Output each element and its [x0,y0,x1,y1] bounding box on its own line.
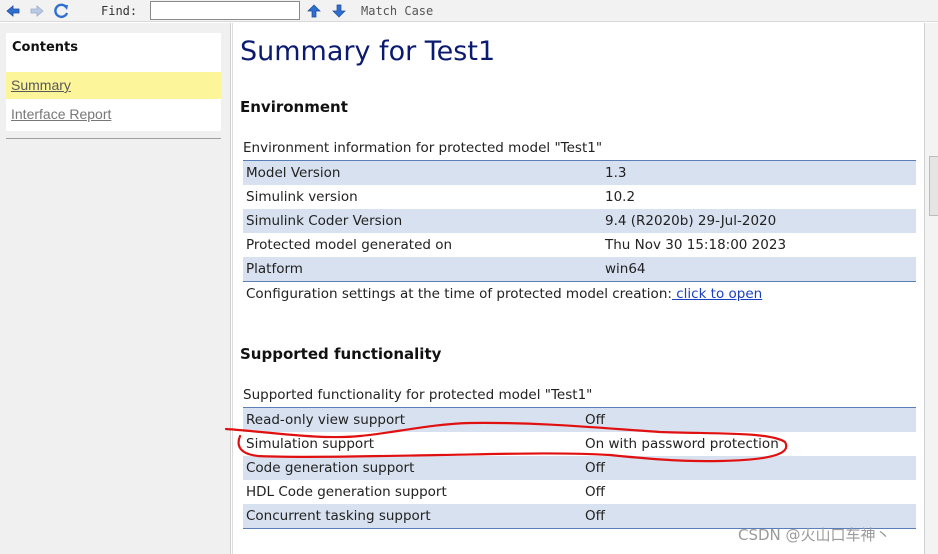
contents-box: Contents Summary Interface Report [6,33,221,131]
row-key: Code generation support [246,460,415,476]
config-row: Configuration settings at the time of pr… [243,282,916,306]
row-value: Off [585,484,605,500]
row-key: Model Version [246,165,341,181]
environment-caption: Environment information for protected mo… [243,140,603,156]
arrow-left-icon[interactable] [4,2,22,20]
row-value: Thu Nov 30 15:18:00 2023 [605,237,787,253]
row-key: Simulink Coder Version [246,213,403,229]
table-row: Model Version 1.3 [243,161,916,185]
row-value: Off [585,508,605,524]
row-key: Read-only view support [246,412,406,428]
environment-heading: Environment [240,98,348,116]
nav-item-interface-report[interactable]: Interface Report [6,101,221,128]
match-case-toggle[interactable]: Match Case [361,4,433,18]
row-key: Simulation support [246,436,375,452]
find-label: Find: [101,4,138,18]
functionality-heading: Supported functionality [240,345,442,363]
click-to-open-link[interactable]: click to open [672,286,762,302]
arrow-right-icon[interactable] [28,2,46,20]
row-key: Concurrent tasking support [246,508,431,524]
config-label: Configuration settings at the time of pr… [246,286,672,302]
nav-item-summary[interactable]: Summary [6,72,221,99]
row-key: Platform [246,261,303,277]
row-value: Off [585,460,605,476]
watermark: CSDN @火山口车神丶 [738,526,891,544]
table-row: Protected model generated on Thu Nov 30 … [243,233,916,257]
row-key: Protected model generated on [246,237,453,253]
find-input[interactable] [150,1,300,20]
row-value: 10.2 [605,189,636,205]
functionality-caption: Supported functionality for protected mo… [243,387,593,403]
page-title: Summary for Test1 [240,36,496,67]
table-row: Simulation support On with password prot… [243,432,916,456]
row-value: 9.4 (R2020b) 29-Jul-2020 [605,213,777,229]
config-text: Configuration settings at the time of pr… [246,282,762,306]
row-value: 1.3 [605,165,627,181]
table-row: Code generation support Off [243,456,916,480]
row-value: Off [585,412,605,428]
contents-panel: Contents Summary Interface Report [0,23,231,554]
toolbar: Find: Match Case [0,0,938,22]
arrow-up-icon[interactable] [305,2,323,20]
table-row: Simulink Coder Version 9.4 (R2020b) 29-J… [243,209,916,233]
table-row: Simulink version 10.2 [243,185,916,209]
table-row: Platform win64 [243,257,916,281]
row-value: win64 [605,261,646,277]
scrollbar[interactable] [924,23,938,554]
report-content: Summary for Test1 Environment Environmen… [232,23,924,554]
divider [6,138,221,139]
row-value: On with password protection [585,436,779,452]
arrow-down-icon[interactable] [330,2,348,20]
table-row: HDL Code generation support Off [243,480,916,504]
refresh-icon[interactable] [53,2,71,20]
table-row: Read-only view support Off [243,408,916,432]
row-key: Simulink version [246,189,358,205]
contents-title: Contents [12,40,78,55]
row-key: HDL Code generation support [246,484,447,500]
scroll-thumb[interactable] [929,156,938,216]
